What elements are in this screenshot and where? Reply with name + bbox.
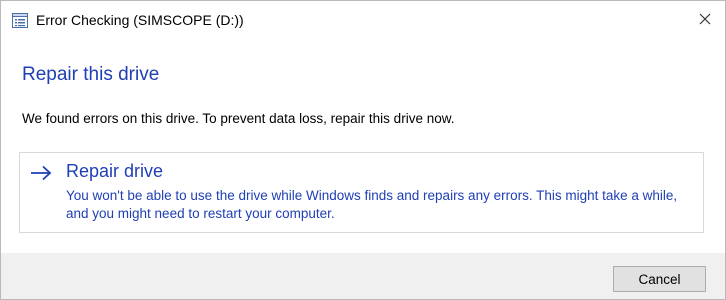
cancel-button[interactable]: Cancel <box>613 266 706 292</box>
repair-drive-command-link[interactable]: Repair drive You won't be able to use th… <box>19 152 704 233</box>
close-icon <box>699 12 711 30</box>
title-bar: Error Checking (SIMSCOPE (D:)) <box>1 1 725 41</box>
drive-list-icon <box>12 13 28 28</box>
main-instruction: Repair this drive <box>22 64 160 85</box>
arrow-right-icon <box>30 165 52 181</box>
window-title: Error Checking (SIMSCOPE (D:)) <box>36 12 244 28</box>
error-message: We found errors on this drive. To preven… <box>22 111 455 126</box>
error-checking-dialog: Error Checking (SIMSCOPE (D:)) Repair th… <box>0 0 726 300</box>
close-button[interactable] <box>685 1 725 41</box>
repair-drive-description: You won't be able to use the drive while… <box>66 188 678 221</box>
repair-drive-title: Repair drive <box>66 161 164 181</box>
button-footer: Cancel <box>1 253 725 299</box>
